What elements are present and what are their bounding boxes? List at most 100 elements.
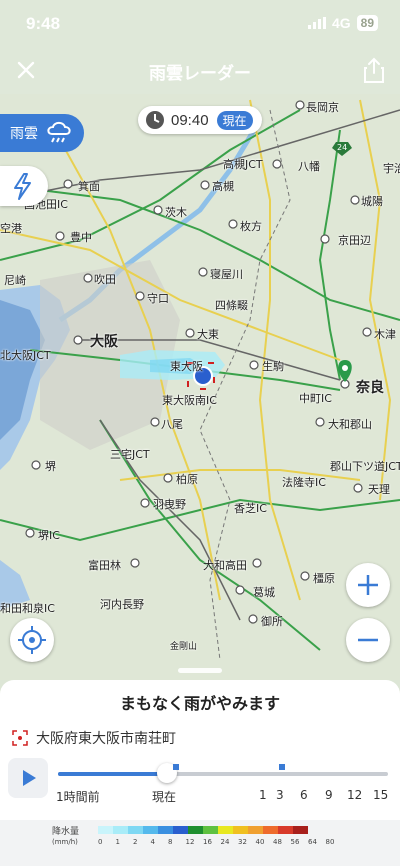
legend-value: 16 xyxy=(203,838,212,846)
map-label: 箕面 xyxy=(78,180,100,193)
zoom-in-button[interactable] xyxy=(346,563,390,607)
map-label: 金剛山 xyxy=(170,642,198,652)
legend-value: 2 xyxy=(133,838,138,846)
legend-title: 降水量 xyxy=(52,827,80,837)
tick-label: 現在 xyxy=(152,790,177,804)
map-label: 八尾 xyxy=(161,418,183,431)
legend-value: 4 xyxy=(150,838,155,846)
map-label: 郡山下ツ道JCT xyxy=(330,460,400,473)
map-label: 北大阪JCT xyxy=(0,349,51,362)
map-label: 三宅JCT xyxy=(110,448,150,461)
map-label: 堺IC xyxy=(38,529,60,542)
map-label: 豊中 xyxy=(70,231,92,244)
map-label: 富田林 xyxy=(88,559,121,572)
map-label: 生駒 xyxy=(262,360,284,373)
map-label: 柏原 xyxy=(176,473,198,486)
map-label: 御所 xyxy=(261,615,283,628)
location-target-icon xyxy=(12,730,28,746)
tick-label: 6 xyxy=(300,788,308,802)
legend-unit: (mm/h) xyxy=(52,838,78,846)
radar-map[interactable]: 長岡京 高槻JCT 八幡 宇治 箕面 高槻 城陽 国池田IC 茨木 空港 豊中 … xyxy=(0,94,400,680)
map-label: 木津 xyxy=(374,328,396,341)
legend-swatch xyxy=(113,826,128,834)
map-label: 法隆寺IC xyxy=(282,476,326,489)
play-icon xyxy=(23,770,36,786)
layer-label: 雨雲 xyxy=(10,126,38,142)
map-label: 尼崎 xyxy=(4,274,26,287)
legend-value: 32 xyxy=(238,838,247,846)
map-label: 天理 xyxy=(368,483,390,496)
legend-value: 12 xyxy=(185,838,195,846)
tick-label: 3 xyxy=(276,788,284,802)
map-label: 守口 xyxy=(147,292,169,305)
plus-icon xyxy=(358,575,378,595)
map-label: 宇治 xyxy=(383,162,400,175)
map-label: 大和郡山 xyxy=(328,418,372,431)
map-label: 京田辺 xyxy=(338,234,371,247)
status-indicators: 4G 89 xyxy=(307,15,378,31)
page-title: 雨雲レーダー xyxy=(149,64,251,84)
map-label: 香芝IC xyxy=(234,502,267,515)
radar-time: 09:40 xyxy=(171,111,209,129)
forecast-sheet: まもなく雨がやみます 大阪府東大阪市南荘町 1時間前 現在 1 3 6 9 12… xyxy=(0,680,400,866)
lightning-layer-button[interactable] xyxy=(0,166,48,206)
map-label: 堺 xyxy=(45,460,56,473)
legend-swatch xyxy=(158,826,173,834)
map-label: 葛城 xyxy=(253,586,275,599)
sheet-handle[interactable] xyxy=(178,668,222,673)
forecast-message: まもなく雨がやみます xyxy=(119,694,280,713)
radar-time-pill[interactable]: 09:40 現在 xyxy=(138,106,262,134)
legend-swatch xyxy=(218,826,233,834)
legend-swatch xyxy=(203,826,218,834)
timeline-slider[interactable] xyxy=(58,772,388,776)
legend-swatch xyxy=(293,826,308,834)
map-label: 寝屋川 xyxy=(210,268,243,281)
status-time: 9:48 xyxy=(26,14,61,33)
precipitation-legend: 降水量 (mm/h) 0 1 2 4 8 12 16 24 32 40 48 56 64 80 xyxy=(0,820,400,866)
tick-label: 12 xyxy=(347,788,363,802)
network-type: 4G xyxy=(331,15,351,31)
legend-swatch xyxy=(128,826,143,834)
status-bar: 9:48 4G 89 xyxy=(0,0,400,48)
map-label: 東大阪南IC xyxy=(162,394,217,407)
location-name: 大阪府東大阪市南荘町 xyxy=(36,731,176,747)
legend-color-bar xyxy=(98,826,308,834)
legend-swatch xyxy=(188,826,203,834)
legend-swatch xyxy=(248,826,263,834)
map-label: 羽曳野 xyxy=(153,498,186,511)
map-label: 高槻JCT xyxy=(223,158,263,171)
share-icon[interactable] xyxy=(362,56,386,84)
legend-swatch xyxy=(233,826,248,834)
legend-value: 56 xyxy=(290,838,300,846)
map-label: 橿原 xyxy=(313,572,335,585)
route-number: 24 xyxy=(337,143,348,152)
play-button[interactable] xyxy=(8,758,48,798)
timeline-progress xyxy=(58,772,167,776)
legend-swatch xyxy=(263,826,278,834)
map-label: 吹田 xyxy=(94,273,116,286)
rain-cloud-layer-button[interactable]: 雨雲 xyxy=(0,114,84,152)
legend-swatch xyxy=(173,826,188,834)
map-label: 東大阪 xyxy=(170,360,203,373)
map-label: 高槻 xyxy=(212,180,234,193)
map-label: 中町IC xyxy=(299,392,332,405)
map-label: 大東 xyxy=(197,328,219,341)
legend-value: 0 xyxy=(98,838,103,846)
legend-value: 80 xyxy=(325,838,335,846)
forecast-marker xyxy=(173,764,179,770)
map-label: 茨木 xyxy=(165,206,187,219)
map-label: 城陽 xyxy=(361,195,383,208)
map-label: 大阪 xyxy=(90,334,118,350)
legend-value: 24 xyxy=(220,838,230,846)
now-badge: 現在 xyxy=(216,110,253,130)
legend-value: 40 xyxy=(255,838,265,846)
map-label: 河内長野 xyxy=(100,598,144,611)
zoom-out-button[interactable] xyxy=(346,618,390,662)
map-label: 奈良 xyxy=(356,380,384,396)
legend-value: 64 xyxy=(308,838,317,846)
location-row: 大阪府東大阪市南荘町 xyxy=(12,728,176,748)
map-label: 八幡 xyxy=(298,160,320,173)
legend-value: 1 xyxy=(115,838,120,846)
legend-swatch xyxy=(98,826,113,834)
locate-button[interactable] xyxy=(10,618,54,662)
